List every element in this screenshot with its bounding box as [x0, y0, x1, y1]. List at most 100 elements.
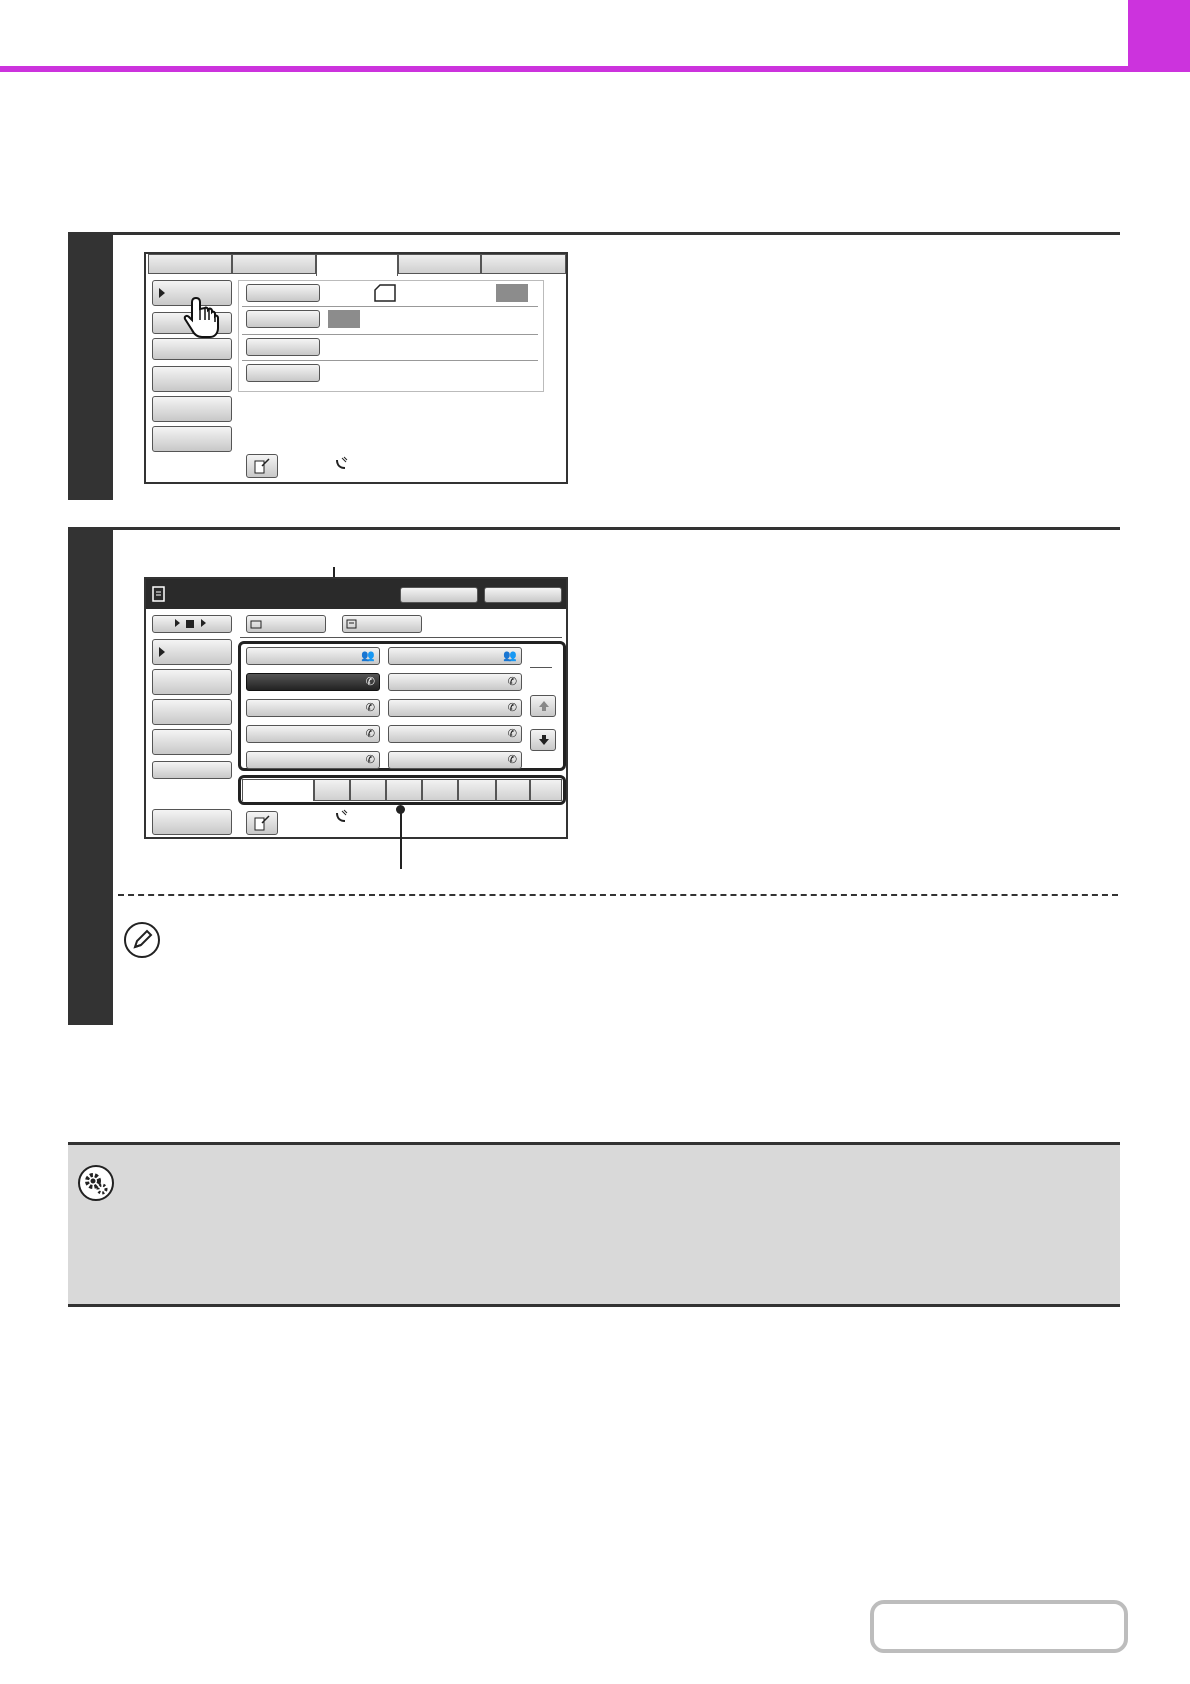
group-icon: 👥 — [361, 650, 375, 662]
screen2-left-button-6[interactable] — [152, 761, 232, 779]
index-tab[interactable] — [458, 779, 496, 801]
phone-icon: ✆ — [507, 702, 517, 714]
header-accent-line — [0, 66, 1190, 72]
note-separator — [118, 894, 1118, 896]
dial-icon — [336, 456, 348, 469]
phone-icon: ✆ — [365, 702, 375, 714]
screen1-left-button-5[interactable] — [152, 396, 232, 422]
pencil-icon — [133, 929, 153, 949]
destination-key[interactable]: ✆ — [246, 725, 380, 743]
phone-icon: ✆ — [365, 728, 375, 740]
dial-icon — [336, 809, 348, 822]
system-settings-gear-icon — [78, 1165, 114, 1201]
triangle-icon — [201, 619, 206, 627]
destination-key[interactable]: ✆ — [388, 725, 522, 743]
step-1-screen — [144, 252, 568, 484]
step-2-screen: 👥 👥 ✆ ✆ ✆ ✆ ✆ ✆ ✆ ✆ — [144, 577, 568, 839]
index-tab-all[interactable] — [242, 779, 314, 801]
screen1-tab-4[interactable] — [398, 254, 481, 274]
screen1-row-button-3[interactable] — [246, 338, 320, 356]
header-accent-tab — [1128, 0, 1190, 66]
step-1-rule — [113, 232, 1120, 235]
page-indicator-line — [530, 667, 552, 668]
divider — [242, 306, 538, 307]
screen2-left-button-2[interactable] — [152, 639, 232, 665]
screen1-tab-2[interactable] — [232, 254, 316, 274]
destination-key[interactable]: ✆ — [246, 699, 380, 717]
screen1-row-button-1[interactable] — [246, 284, 320, 302]
destination-key[interactable]: ✆ — [388, 673, 522, 691]
screen1-tab-3[interactable] — [316, 254, 398, 276]
step-1 — [68, 232, 1120, 500]
index-tab[interactable] — [350, 779, 386, 801]
screen1-tab-5[interactable] — [481, 254, 566, 274]
index-tab[interactable] — [386, 779, 422, 801]
destination-key-selected[interactable]: ✆ — [246, 673, 380, 691]
screen2-header-button-2[interactable] — [484, 587, 562, 603]
arrow-down-icon — [539, 735, 549, 745]
index-tab[interactable] — [496, 779, 530, 801]
screen1-left-button-4[interactable] — [152, 366, 232, 392]
step-2-number-bar — [68, 527, 113, 1025]
address-book-icon — [152, 586, 165, 602]
screen2-left-button-3[interactable] — [152, 669, 232, 695]
divider — [240, 637, 562, 638]
phone-icon: ✆ — [507, 754, 517, 766]
list-icon — [346, 619, 357, 629]
phone-icon: ✆ — [365, 676, 375, 688]
folder-icon — [250, 620, 262, 629]
stop-square-icon — [186, 620, 194, 628]
screen2-header-button-1[interactable] — [400, 587, 478, 603]
triangle-icon — [159, 647, 165, 657]
job-status-icon — [254, 815, 270, 831]
index-tabs — [242, 779, 562, 801]
screen2-left-button-7[interactable] — [152, 809, 232, 835]
screen2-transfer-button[interactable] — [152, 615, 232, 633]
divider — [242, 334, 538, 335]
step-1-number-bar — [68, 232, 113, 500]
destination-key[interactable]: ✆ — [388, 751, 522, 769]
divider — [242, 360, 538, 361]
scroll-down-button[interactable] — [530, 729, 556, 751]
group-icon: 👥 — [503, 650, 517, 662]
page-number-box — [870, 1600, 1128, 1653]
system-settings-box — [68, 1142, 1120, 1307]
pencil-note-icon — [124, 922, 160, 958]
destination-key[interactable]: 👥 — [388, 647, 522, 665]
triangle-icon — [175, 619, 180, 627]
triangle-icon — [159, 288, 165, 298]
screen1-left-button-3[interactable] — [152, 338, 232, 360]
job-status-icon — [254, 458, 270, 474]
index-tab[interactable] — [314, 779, 350, 801]
index-tab[interactable] — [422, 779, 458, 801]
screen1-tab-1[interactable] — [148, 254, 232, 274]
screen2-title-bar — [146, 579, 336, 609]
destination-key[interactable]: 👥 — [246, 647, 380, 665]
screen1-left-button-6[interactable] — [152, 426, 232, 452]
step-2-rule — [113, 527, 1120, 530]
callout-line-index — [400, 809, 402, 869]
pointing-hand-icon — [183, 296, 219, 338]
index-tab[interactable] — [530, 779, 562, 801]
screen1-value-box-1 — [496, 284, 528, 302]
screen2-left-button-4[interactable] — [152, 699, 232, 725]
screen1-value-box-2 — [328, 310, 360, 328]
arrow-up-icon — [539, 701, 549, 711]
screen1-row-button-4[interactable] — [246, 364, 320, 382]
screen2-top-button-1[interactable] — [246, 615, 326, 633]
destination-key[interactable]: ✆ — [246, 751, 380, 769]
screen1-row-button-2[interactable] — [246, 310, 320, 328]
phone-icon: ✆ — [507, 728, 517, 740]
page-header — [0, 0, 1190, 66]
original-size-icon — [374, 284, 396, 302]
screen2-left-button-5[interactable] — [152, 729, 232, 755]
screen1-job-status-button[interactable] — [246, 454, 278, 478]
destination-key[interactable]: ✆ — [388, 699, 522, 717]
screen2-job-status-button[interactable] — [246, 811, 278, 835]
screen2-top-button-2[interactable] — [342, 615, 422, 633]
phone-icon: ✆ — [365, 754, 375, 766]
step-2: 👥 👥 ✆ ✆ ✆ ✆ ✆ ✆ ✆ ✆ — [68, 527, 1120, 1025]
scroll-up-button[interactable] — [530, 695, 556, 717]
phone-icon: ✆ — [507, 676, 517, 688]
gear-icon — [85, 1173, 108, 1195]
